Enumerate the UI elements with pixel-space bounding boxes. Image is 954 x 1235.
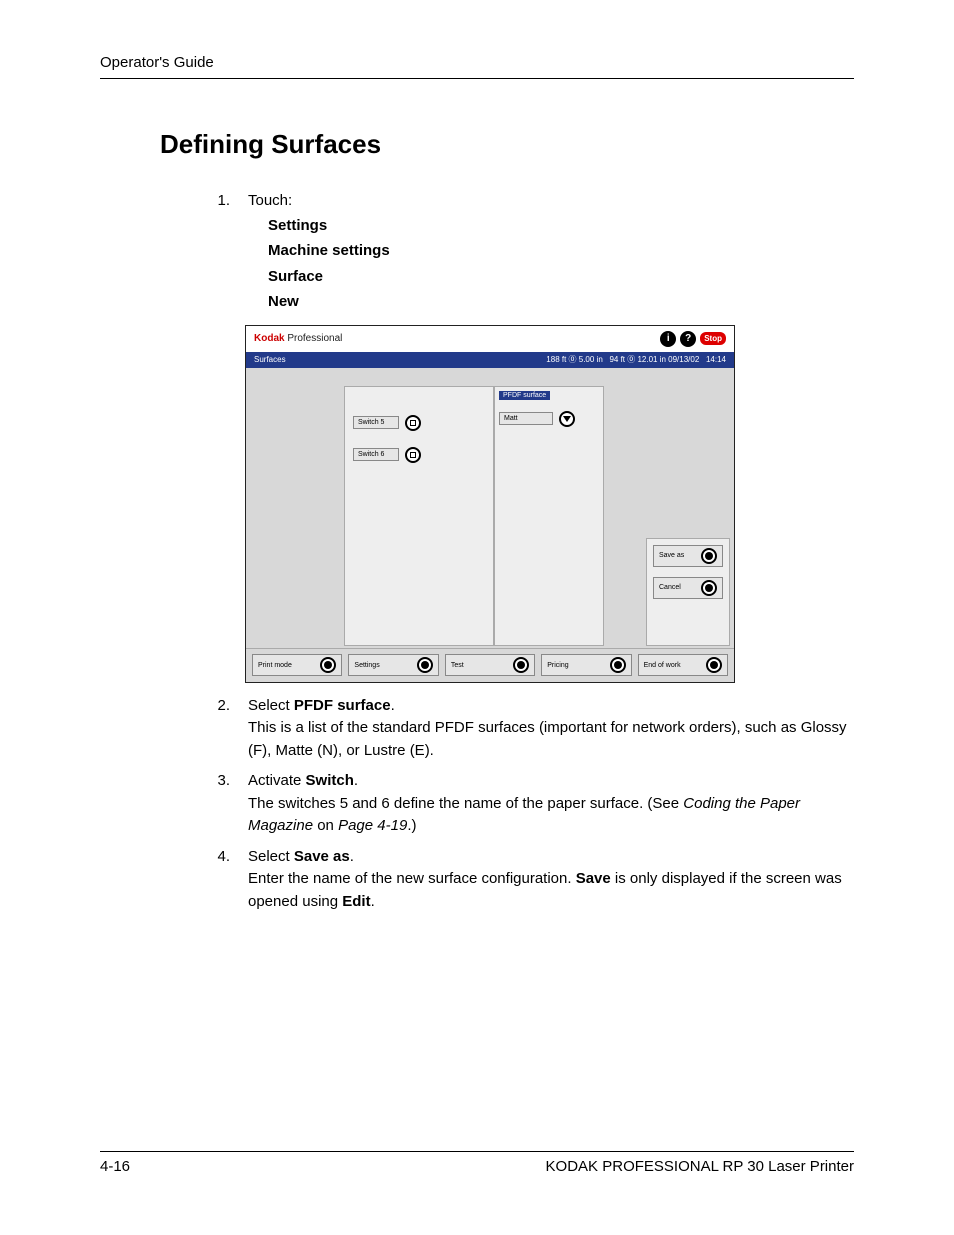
left-panel: Switch 5 Switch 6: [344, 386, 494, 646]
step3-line1b: Switch: [306, 772, 354, 789]
step-number: 2.: [210, 695, 230, 763]
middle-panel: PFDF surface Matt: [494, 386, 604, 646]
footer-product-name: KODAK PROFESSIONAL RP 30 Laser Printer: [546, 1158, 854, 1175]
test-button[interactable]: Test: [445, 654, 535, 676]
touch-item-new: New: [268, 289, 854, 315]
step4-line1b: Save as: [294, 848, 350, 865]
step-2: 2. Select PFDF surface. This is a list o…: [210, 695, 854, 763]
info-icon[interactable]: i: [660, 331, 676, 347]
brand-logo: Kodak Professional: [254, 333, 342, 344]
screen-title: Surfaces: [254, 355, 286, 364]
stop-button[interactable]: Stop: [700, 332, 726, 345]
touch-item-settings: Settings: [268, 213, 854, 239]
touch-item-machine-settings: Machine settings: [268, 238, 854, 264]
brand-kodak: Kodak: [254, 333, 285, 344]
touch-item-surface: Surface: [268, 264, 854, 290]
save-as-button[interactable]: Save as: [653, 545, 723, 567]
test-label: Test: [451, 662, 464, 669]
right-panel: Save as Cancel: [646, 538, 730, 646]
step4-line2d: Edit: [342, 893, 370, 910]
step2-line1c: .: [391, 697, 395, 714]
step2-line2: This is a list of the standard PFDF surf…: [248, 717, 854, 762]
step-number: 4.: [210, 846, 230, 914]
step4-line1c: .: [350, 848, 354, 865]
step4-line1a: Select: [248, 848, 294, 865]
step4-line2e: .: [371, 893, 375, 910]
settings-button[interactable]: Settings: [348, 654, 438, 676]
step2-line1b: PFDF surface: [294, 697, 391, 714]
cancel-label: Cancel: [659, 584, 681, 591]
step3-line2d: Page 4-19: [338, 817, 407, 834]
end-of-work-button[interactable]: End of work: [638, 654, 728, 676]
page-number: 4-16: [100, 1158, 130, 1175]
pricing-button[interactable]: Pricing: [541, 654, 631, 676]
status-1: 188 ft ⓪ 5.00 in: [546, 355, 602, 364]
step3-line2c: on: [313, 817, 338, 834]
step-4: 4. Select Save as. Enter the name of the…: [210, 846, 854, 914]
save-as-label: Save as: [659, 552, 684, 559]
print-mode-label: Print mode: [258, 662, 292, 669]
step-number: 1.: [210, 190, 230, 315]
step4-line2b: Save: [576, 870, 611, 887]
step1-lead: Touch:: [248, 190, 854, 213]
help-icon[interactable]: ?: [680, 331, 696, 347]
brand-professional: Professional: [285, 333, 343, 344]
step-1: 1. Touch: Settings Machine settings Surf…: [210, 190, 854, 315]
switch5-toggle[interactable]: [405, 415, 421, 431]
status-2: 94 ft ⓪ 12.01 in 09/13/02: [609, 355, 699, 364]
cancel-button[interactable]: Cancel: [653, 577, 723, 599]
step3-line1c: .: [354, 772, 358, 789]
pfdf-dropdown-button[interactable]: [559, 411, 575, 427]
switch6-label: Switch 6: [353, 448, 399, 461]
step3-line2a: The switches 5 and 6 define the name of …: [248, 795, 683, 812]
step-number: 3.: [210, 770, 230, 838]
pfdf-surface-header: PFDF surface: [499, 391, 550, 400]
step3-line1a: Activate: [248, 772, 306, 789]
ui-screenshot: Kodak Professional i ? Stop Surfaces 188…: [245, 325, 735, 683]
status-time: 14:14: [706, 355, 726, 364]
section-title: Defining Surfaces: [160, 129, 854, 160]
print-mode-button[interactable]: Print mode: [252, 654, 342, 676]
settings-label: Settings: [354, 662, 379, 669]
switch5-label: Switch 5: [353, 416, 399, 429]
step-3: 3. Activate Switch. The switches 5 and 6…: [210, 770, 854, 838]
step2-line1a: Select: [248, 697, 294, 714]
pfdf-surface-value: Matt: [499, 412, 553, 425]
pricing-label: Pricing: [547, 662, 568, 669]
step4-line2a: Enter the name of the new surface config…: [248, 870, 576, 887]
status-bar: 188 ft ⓪ 5.00 in 94 ft ⓪ 12.01 in 09/13/…: [546, 354, 726, 365]
page-header: Operator's Guide: [100, 54, 214, 71]
end-of-work-label: End of work: [644, 662, 681, 669]
switch6-toggle[interactable]: [405, 447, 421, 463]
step3-line2e: .): [407, 817, 416, 834]
